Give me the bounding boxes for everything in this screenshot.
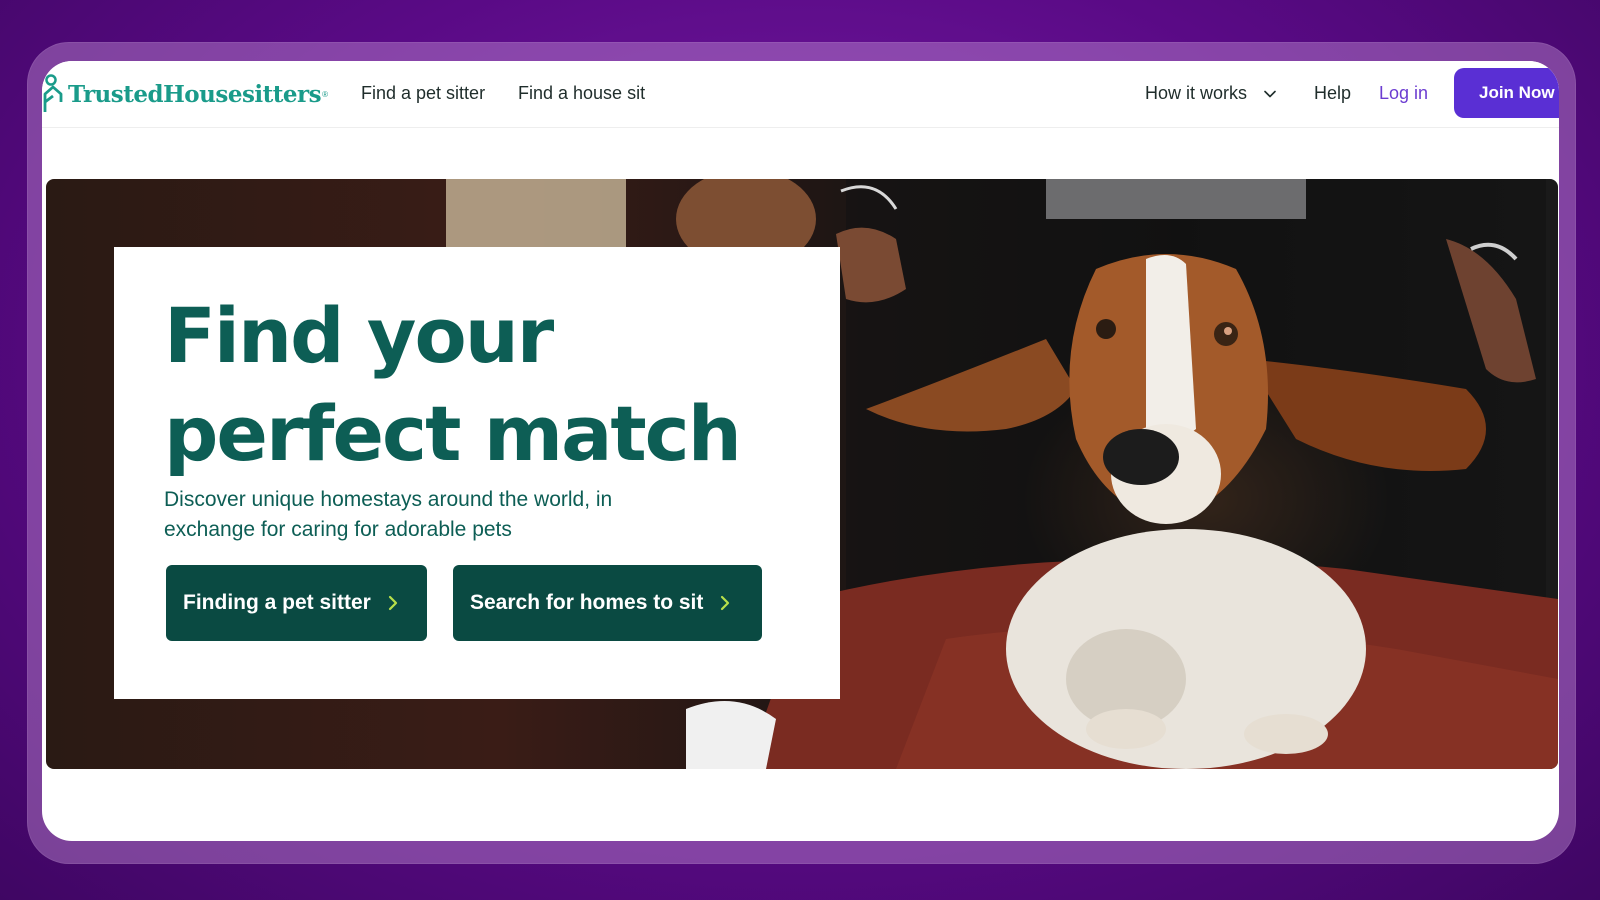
- hero-headline-line2: perfect match: [164, 389, 742, 478]
- brand-trademark: ®: [322, 89, 328, 99]
- chevron-right-icon: [721, 595, 730, 611]
- hero-cta-row: Finding a pet sitter Search for homes to…: [166, 565, 762, 641]
- hero-banner: Find your perfect match Discover unique …: [46, 179, 1558, 769]
- logo[interactable]: TrustedHousesitters ®: [42, 71, 328, 117]
- nav-find-house-sit[interactable]: Find a house sit: [518, 83, 645, 104]
- brand-name: TrustedHousesitters: [68, 80, 322, 108]
- hero-subtitle: Discover unique homestays around the wor…: [164, 488, 613, 541]
- hero-headline: Find your perfect match: [164, 287, 790, 483]
- house-person-logo-icon: [43, 74, 63, 112]
- chevron-down-icon: [1264, 90, 1276, 97]
- join-now-button[interactable]: Join Now: [1454, 68, 1559, 118]
- nav-how-it-works[interactable]: How it works: [1145, 83, 1277, 104]
- nav-how-it-works-label: How it works: [1145, 83, 1248, 103]
- chevron-right-icon: [388, 595, 397, 611]
- hero-headline-line1: Find your: [164, 291, 554, 380]
- site-header: TrustedHousesitters ® Find a pet sitter …: [42, 61, 1559, 128]
- nav-help[interactable]: Help: [1314, 83, 1351, 104]
- search-homes-label: Search for homes to sit: [470, 591, 704, 614]
- nav-login[interactable]: Log in: [1379, 83, 1428, 104]
- nav-find-pet-sitter[interactable]: Find a pet sitter: [361, 83, 485, 104]
- finding-pet-sitter-button[interactable]: Finding a pet sitter: [166, 565, 427, 641]
- search-homes-button[interactable]: Search for homes to sit: [453, 565, 762, 641]
- finding-pet-sitter-label: Finding a pet sitter: [183, 591, 371, 614]
- browser-window: TrustedHousesitters ® Find a pet sitter …: [42, 61, 1559, 841]
- hero-card: Find your perfect match Discover unique …: [114, 247, 840, 699]
